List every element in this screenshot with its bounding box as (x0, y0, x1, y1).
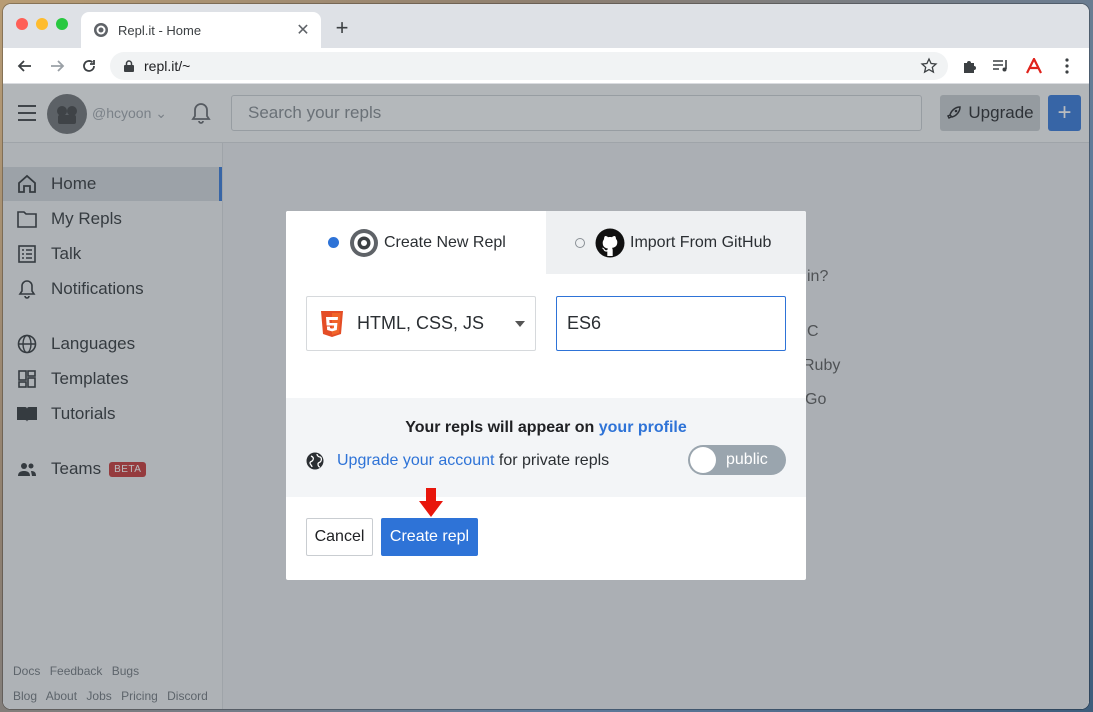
replit-favicon-icon (94, 23, 108, 37)
dropdown-caret-icon (515, 321, 525, 327)
browser-menu-icon[interactable] (1057, 56, 1077, 76)
window-maximize-button[interactable] (56, 18, 68, 30)
toggle-knob (690, 447, 716, 473)
html5-logo-icon (321, 310, 343, 337)
tab-create-new-repl[interactable]: Create New Repl (286, 211, 546, 274)
forward-arrow-icon (51, 60, 65, 72)
lock-icon (124, 60, 134, 72)
language-select[interactable]: HTML, CSS, JS (306, 296, 536, 351)
new-tab-button[interactable]: + (332, 17, 352, 39)
globe-icon (306, 452, 324, 470)
annotation-arrow-down-icon (419, 488, 443, 517)
radio-unselected-icon (575, 237, 585, 248)
tab-close-icon[interactable]: ✕ (293, 20, 313, 40)
tab-title: Repl.it - Home (118, 22, 202, 38)
acrobat-extension-icon[interactable] (1024, 56, 1044, 76)
reload-icon (83, 60, 95, 72)
browser-toolbar: repl.it/~ (3, 48, 1089, 84)
visibility-info-panel: Your repls will appear on your profile U… (286, 398, 806, 497)
tab-label: Create New Repl (384, 233, 506, 251)
back-button[interactable] (14, 55, 36, 77)
media-queue-icon[interactable] (991, 56, 1011, 76)
browser-window: Repl.it - Home ✕ + repl.it/~ @hcyoon ⌄ S… (3, 4, 1089, 709)
radio-selected-icon (328, 237, 339, 248)
back-arrow-icon (17, 60, 31, 72)
profile-notice: Your repls will appear on your profile (286, 419, 806, 437)
cancel-button[interactable]: Cancel (306, 518, 373, 556)
replit-logo-icon (349, 228, 379, 258)
private-repls-text: for private repls (494, 452, 610, 469)
extensions-puzzle-icon[interactable] (959, 56, 979, 76)
window-close-button[interactable] (16, 18, 28, 30)
create-repl-button[interactable]: Create repl (381, 518, 478, 556)
visibility-toggle[interactable]: public (688, 445, 786, 475)
private-repls-notice: Upgrade your account for private repls (306, 452, 609, 470)
url-text: repl.it/~ (144, 58, 191, 74)
reload-button[interactable] (78, 55, 100, 77)
bookmark-star-icon[interactable] (920, 57, 938, 75)
address-bar[interactable]: repl.it/~ (110, 52, 948, 80)
repl-name-input[interactable] (556, 296, 786, 351)
tab-strip: Repl.it - Home ✕ + (3, 4, 1089, 48)
github-logo-icon (595, 228, 625, 258)
upgrade-account-link[interactable]: Upgrade your account (337, 452, 494, 470)
forward-button[interactable] (46, 55, 68, 77)
profile-notice-text: Your repls will appear on (405, 419, 599, 436)
tab-import-from-github[interactable]: Import From GitHub (546, 211, 806, 274)
create-repl-modal: Create New Repl Import From GitHub HTML,… (286, 211, 806, 580)
window-minimize-button[interactable] (36, 18, 48, 30)
your-profile-link[interactable]: your profile (599, 419, 687, 436)
tab-label: Import From GitHub (630, 233, 772, 251)
browser-tab[interactable]: Repl.it - Home ✕ (81, 12, 321, 48)
visibility-label: public (726, 451, 768, 468)
selected-language: HTML, CSS, JS (357, 313, 485, 333)
